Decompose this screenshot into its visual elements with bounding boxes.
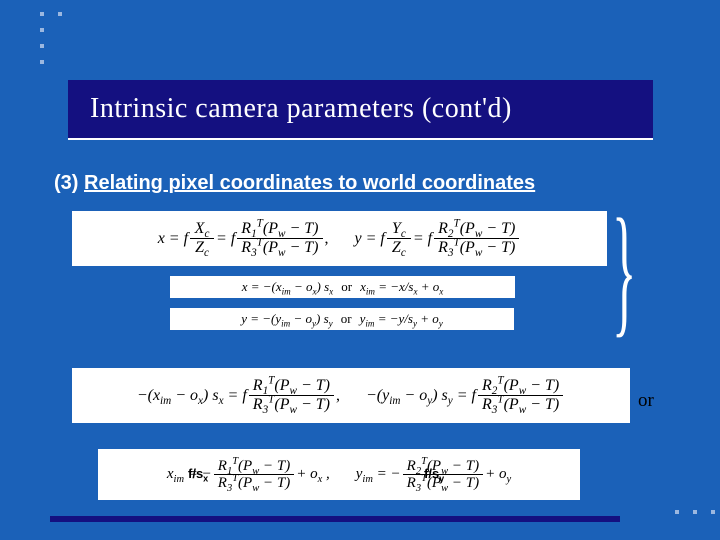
- frac-icon: R1T(Pw − T) R3T(Pw − T): [214, 458, 294, 492]
- equation-pixel-x: x = −(xim − ox) sx or xim = −x/sx + ox: [170, 276, 515, 298]
- frac-icon: R2T(Pw − T) R3T(Pw − T): [434, 220, 519, 256]
- equation-final: xim = − R1T(Pw − T) R3T(Pw − T) + ox , y…: [98, 449, 580, 500]
- section-heading: (3) Relating pixel coordinates to world …: [54, 172, 535, 195]
- annotation-fsx: f/sx: [188, 466, 208, 481]
- decor-bottom-bar: [50, 516, 620, 522]
- frac-icon: Yc Zc: [387, 220, 411, 256]
- annotation-fsy: f/sy: [424, 466, 444, 481]
- comma: ,: [325, 230, 329, 248]
- slide-title: Intrinsic camera parameters (cont'd): [90, 93, 512, 125]
- slide: Intrinsic camera parameters (cont'd) (3)…: [0, 0, 720, 540]
- section-prefix: (3): [54, 172, 84, 194]
- frac-icon: R1T(Pw − T) R3T(Pw − T): [237, 220, 322, 256]
- frac-icon: Xc Zc: [190, 220, 214, 256]
- title-banner: Intrinsic camera parameters (cont'd): [68, 80, 653, 140]
- eq-sign: = f: [413, 230, 432, 248]
- section-text: Relating pixel coordinates to world coor…: [84, 172, 535, 194]
- equation-projection: x = f Xc Zc = f R1T(Pw − T) R3T(Pw − T) …: [72, 211, 607, 266]
- eq1-lhs-y: y = f: [355, 230, 385, 248]
- frac-icon: R1T(Pw − T) R3T(Pw − T): [249, 377, 334, 413]
- eq1-lhs-x: x = f: [158, 230, 188, 248]
- eq-sign: = f: [216, 230, 235, 248]
- equation-pixel-y: y = −(yim − oy) sy or yim = −y/sy + oy: [170, 308, 514, 330]
- frac-icon: R2T(Pw − T) R3T(Pw − T): [478, 377, 563, 413]
- brace-icon: }: [612, 210, 636, 330]
- equation-combined: −(xim − ox) sx = f R1T(Pw − T) R3T(Pw − …: [72, 368, 630, 423]
- or-label: or: [638, 390, 654, 412]
